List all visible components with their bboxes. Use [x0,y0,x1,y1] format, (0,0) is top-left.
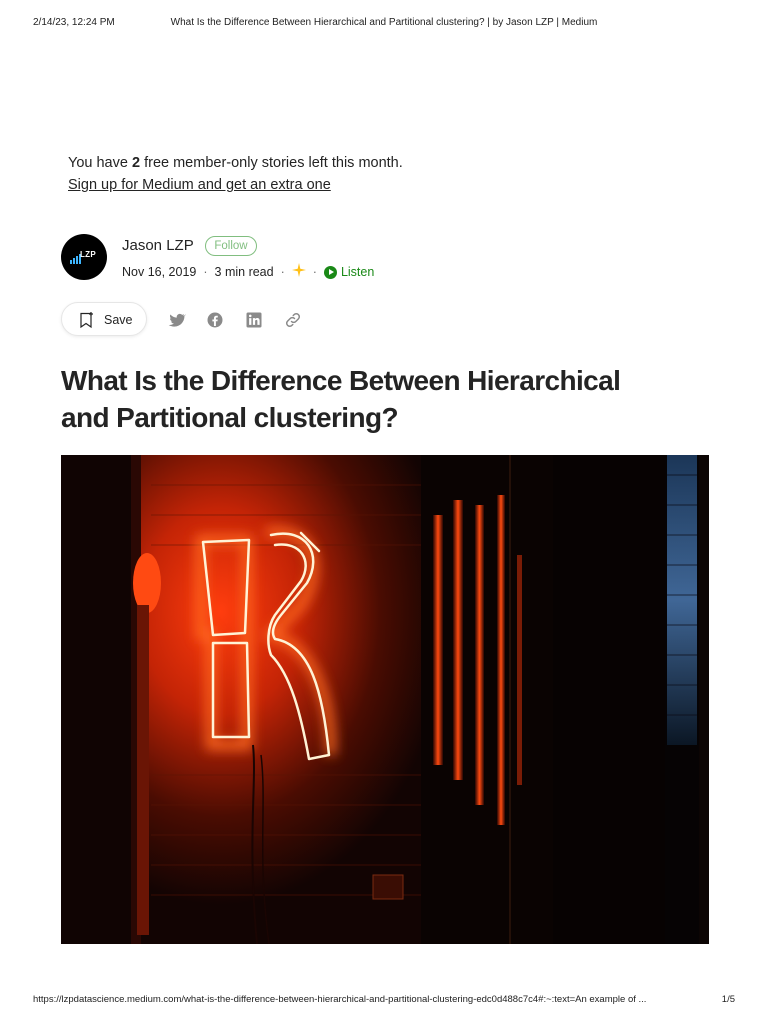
meta-separator: · [280,265,285,279]
listen-label: Listen [340,265,375,280]
paywall-notice: You have 2 free member-only stories left… [68,152,403,196]
play-icon [323,265,337,279]
meta-separator: · [312,265,317,279]
bookmark-icon [78,311,96,334]
paywall-message: You have 2 free member-only stories left… [68,152,403,174]
read-time: 3 min read [214,265,274,279]
print-url: https://lzpdatascience.medium.com/what-i… [33,994,647,1005]
facebook-icon[interactable] [206,311,224,329]
author-name[interactable]: Jason LZP [122,237,194,254]
paywall-suffix: free member-only stories left this month… [144,155,403,171]
linkedin-icon[interactable] [245,311,263,329]
save-button[interactable]: Save [61,302,147,336]
save-label: Save [104,313,133,327]
article-meta: Nov 16, 2019 · 3 min read · · Listen [122,263,374,281]
print-footer: https://lzpdatascience.medium.com/what-i… [33,994,735,1008]
hero-image [61,455,709,944]
print-page-title: What Is the Difference Between Hierarchi… [170,17,598,28]
star-icon [291,263,306,281]
article-title: What Is the Difference Between Hierarchi… [61,362,721,436]
avatar-text: LZP [80,250,97,259]
article-title-line-2: and Partitional clustering? [61,402,399,433]
signup-link[interactable]: Sign up for Medium and get an extra one [68,174,331,196]
article-actions: Save [61,302,321,338]
avatar[interactable]: LZP [61,234,107,280]
print-page-number: 1/5 [721,994,735,1005]
listen-button[interactable]: Listen [323,265,375,280]
article-title-line-1: What Is the Difference Between Hierarchi… [61,365,621,396]
meta-separator: · [203,265,208,279]
paywall-prefix: You have [68,155,128,171]
twitter-icon[interactable] [168,311,187,329]
print-header: 2/14/23, 12:24 PM What Is the Difference… [33,17,735,31]
follow-button[interactable]: Follow [205,236,257,256]
publish-date: Nov 16, 2019 [122,265,197,279]
author-block: LZP Jason LZP Follow Nov 16, 2019 · 3 min … [61,234,561,280]
link-icon[interactable] [284,311,302,329]
paywall-count: 2 [131,155,141,171]
